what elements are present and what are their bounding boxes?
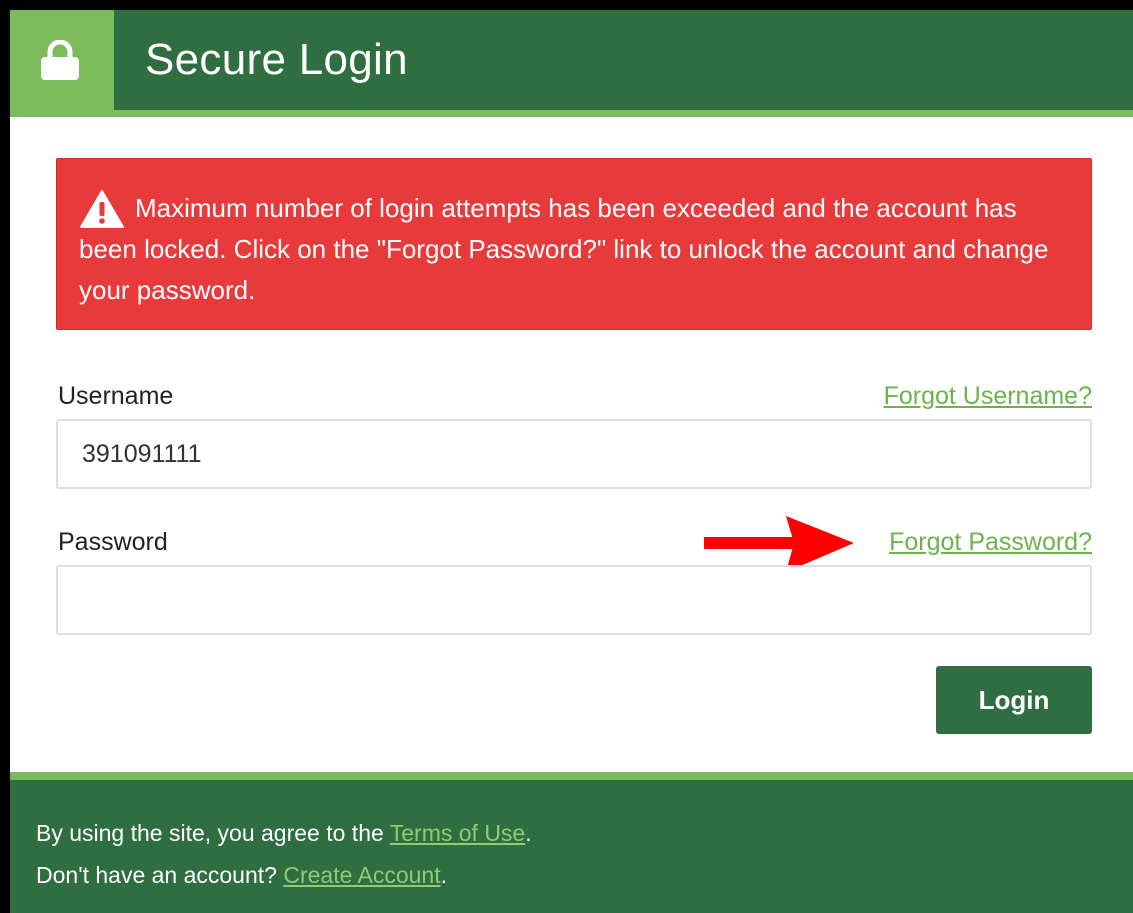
header-accent-stripe — [10, 110, 1133, 117]
password-label: Password — [58, 528, 168, 556]
create-prefix: Don't have an account? — [36, 862, 284, 888]
forgot-password-link[interactable]: Forgot Password? — [889, 528, 1092, 557]
login-button[interactable]: Login — [936, 666, 1092, 734]
terms-prefix: By using the site, you agree to the — [36, 820, 390, 846]
window-border-left — [0, 0, 10, 913]
forgot-username-link[interactable]: Forgot Username? — [884, 382, 1092, 411]
page-title: Secure Login — [145, 35, 408, 84]
error-alert: Maximum number of login attempts has bee… — [56, 158, 1092, 330]
lock-badge — [10, 10, 114, 110]
username-label: Username — [58, 382, 174, 410]
window-border-top — [0, 0, 1133, 10]
create-account-link[interactable]: Create Account — [283, 862, 440, 888]
terms-notice: By using the site, you agree to the Term… — [36, 820, 532, 847]
alert-message: Maximum number of login attempts has bee… — [79, 193, 1049, 305]
terms-suffix: . — [525, 820, 532, 846]
terms-of-use-link[interactable]: Terms of Use — [390, 820, 525, 846]
footer-accent-stripe — [10, 772, 1133, 780]
create-account-notice: Don't have an account? Create Account. — [36, 862, 447, 889]
username-input[interactable] — [56, 419, 1092, 489]
create-suffix: . — [440, 862, 447, 888]
password-input[interactable] — [56, 565, 1092, 635]
footer: By using the site, you agree to the Term… — [10, 780, 1133, 913]
lock-icon — [41, 40, 79, 80]
